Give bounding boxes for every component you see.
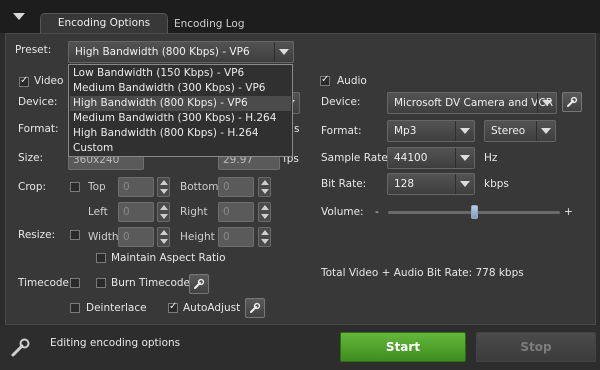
burn-timecode-checkbox[interactable]	[96, 278, 106, 288]
audio-device-label: Device:	[321, 96, 361, 108]
audio-device-select[interactable]: Microsoft DV Camera and VCR	[387, 92, 557, 114]
preset-option-highlighted[interactable]: High Bandwidth (800 Kbps) - VP6	[70, 96, 291, 111]
resize-height-label: Height	[180, 231, 215, 243]
crop-left-stepper[interactable]	[157, 202, 170, 222]
preset-option[interactable]: Medium Bandwidth (300 Kbps) - H.264	[70, 111, 291, 126]
preset-select[interactable]: High Bandwidth (800 Kbps) - VP6	[68, 41, 294, 63]
crop-left-value: 0	[123, 206, 130, 218]
crop-bottom-field[interactable]: 0	[218, 177, 254, 197]
deinterlace-label: Deinterlace	[86, 302, 147, 314]
tab-encoding-log[interactable]: Encoding Log	[174, 13, 274, 33]
sample-rate-label: Sample Rate:	[321, 152, 392, 164]
audio-format-select[interactable]: Mp3	[387, 120, 475, 142]
crop-top-stepper[interactable]	[157, 177, 170, 197]
preset-option[interactable]: Low Bandwidth (150 Kbps) - VP6	[70, 66, 291, 81]
preset-option[interactable]: High Bandwidth (800 Kbps) - H.264	[70, 126, 291, 141]
bit-rate-unit: kbps	[484, 178, 509, 190]
bit-rate-value: 128	[394, 178, 415, 190]
volume-plus-icon: +	[564, 206, 573, 218]
crop-bottom-value: 0	[223, 181, 230, 193]
maintain-aspect-checkbox[interactable]	[96, 253, 106, 263]
resize-label: Resize:	[18, 229, 56, 241]
volume-slider-thumb[interactable]	[470, 205, 478, 219]
video-format-suffix: s	[294, 123, 300, 135]
audio-channels-value: Stereo	[491, 125, 526, 137]
video-section-label: Video	[34, 75, 64, 87]
video-enabled-checkbox[interactable]	[19, 75, 29, 87]
total-bitrate-text: Total Video + Audio Bit Rate: 778 kbps	[321, 267, 524, 279]
crop-bottom-stepper[interactable]	[258, 177, 271, 197]
volume-label: Volume:	[321, 206, 364, 218]
deinterlace-checkbox[interactable]	[70, 303, 80, 313]
audio-format-value: Mp3	[394, 125, 417, 137]
resize-height-value: 0	[223, 231, 230, 243]
volume-minus-icon: -	[375, 206, 379, 218]
crop-top-label: Top	[88, 181, 106, 193]
tab-encoding-options[interactable]: Encoding Options	[40, 13, 168, 33]
autoadjust-checkbox[interactable]	[168, 301, 178, 313]
wrench-icon	[10, 338, 32, 361]
crop-right-label: Right	[180, 206, 208, 218]
crop-label: Crop:	[18, 181, 47, 193]
crop-top-value: 0	[123, 181, 130, 193]
sample-rate-value: 44100	[394, 152, 428, 164]
audio-channels-select[interactable]: Stereo	[484, 120, 556, 142]
crop-right-stepper[interactable]	[258, 202, 271, 222]
crop-right-value: 0	[223, 206, 230, 218]
chevron-down-icon	[455, 121, 474, 141]
status-text: Editing encoding options	[50, 337, 181, 349]
sample-rate-select[interactable]: 44100	[387, 147, 475, 169]
resize-width-field[interactable]: 0	[118, 227, 154, 247]
resize-width-stepper[interactable]	[157, 227, 170, 247]
bit-rate-select[interactable]: 128	[387, 173, 475, 195]
crop-checkbox[interactable]	[70, 182, 80, 192]
resize-width-value: 0	[123, 231, 130, 243]
timecode-checkbox[interactable]	[70, 278, 80, 288]
chevron-down-icon	[274, 42, 293, 62]
bit-rate-label: Bit Rate:	[321, 178, 367, 190]
wrench-icon	[250, 302, 261, 313]
stop-button[interactable]: Stop	[476, 332, 596, 362]
chevron-down-icon	[455, 148, 474, 168]
autoadjust-label: AutoAdjust	[183, 302, 241, 314]
video-size-label: Size:	[18, 152, 44, 164]
chevron-down-icon	[455, 174, 474, 194]
resize-height-field[interactable]: 0	[218, 227, 254, 247]
resize-height-stepper[interactable]	[258, 227, 271, 247]
autoadjust-settings-button[interactable]	[245, 298, 265, 318]
timecode-label: Timecode:	[18, 277, 73, 289]
crop-bottom-label: Bottom	[180, 181, 219, 193]
burn-timecode-label: Burn Timecode	[111, 277, 191, 289]
audio-enabled-checkbox[interactable]	[320, 74, 330, 86]
preset-dropdown-list: Low Bandwidth (150 Kbps) - VP6 Medium Ba…	[68, 64, 293, 157]
crop-left-label: Left	[88, 206, 108, 218]
preset-label: Preset:	[15, 44, 52, 56]
wrench-icon	[194, 278, 205, 289]
crop-top-field[interactable]: 0	[118, 177, 154, 197]
crop-right-field[interactable]: 0	[218, 202, 254, 222]
crop-left-field[interactable]: 0	[118, 202, 154, 222]
audio-section-label: Audio	[337, 75, 367, 87]
sample-rate-unit: Hz	[484, 152, 498, 164]
maintain-aspect-label: Maintain Aspect Ratio	[111, 252, 226, 264]
resize-width-label: Width	[88, 231, 119, 243]
collapse-arrow-icon[interactable]	[13, 13, 25, 20]
audio-device-settings-button[interactable]	[562, 92, 582, 112]
preset-option[interactable]: Custom	[70, 141, 291, 156]
audio-format-label: Format:	[321, 125, 362, 137]
audio-device-value: Microsoft DV Camera and VCR	[394, 97, 553, 109]
chevron-down-icon	[536, 121, 555, 141]
video-format-label: Format:	[18, 123, 59, 135]
start-button[interactable]: Start	[340, 332, 466, 362]
preset-selected-value: High Bandwidth (800 Kbps) - VP6	[75, 46, 250, 58]
wrench-icon	[567, 96, 578, 107]
chevron-down-icon	[537, 93, 556, 113]
preset-option[interactable]: Medium Bandwidth (300 Kbps) - VP6	[70, 81, 291, 96]
timecode-settings-button[interactable]	[189, 274, 209, 294]
video-device-label: Device:	[18, 96, 58, 108]
resize-checkbox[interactable]	[70, 230, 80, 240]
